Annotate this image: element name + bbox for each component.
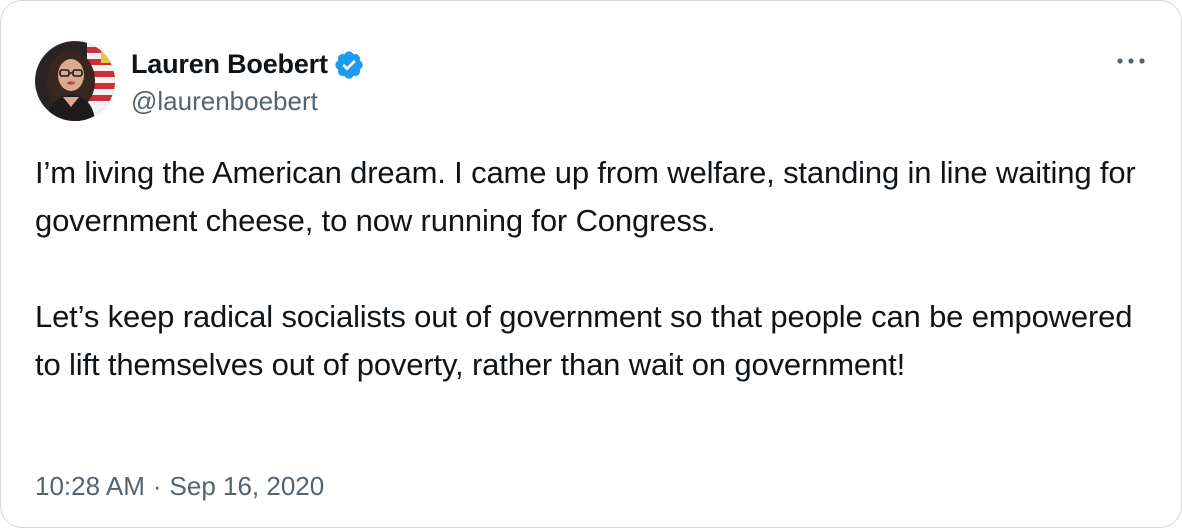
avatar-image [35, 41, 115, 121]
tweet-paragraph: I’m living the American dream. I came up… [35, 155, 1136, 238]
verified-badge-icon[interactable] [333, 49, 365, 81]
author-handle[interactable]: @laurenboebert [131, 86, 365, 117]
tweet-timestamp: 10:28 AM · Sep 16, 2020 [35, 471, 324, 502]
timestamp-separator: · [152, 471, 162, 501]
tweet-time[interactable]: 10:28 AM [35, 471, 145, 502]
name-row: Lauren Boebert [131, 46, 365, 84]
tweet-card: Lauren Boebert @laurenboebert I’m living… [0, 0, 1182, 528]
tweet-text: I’m living the American dream. I came up… [35, 149, 1145, 389]
display-name[interactable]: Lauren Boebert [131, 49, 328, 80]
avatar[interactable] [35, 41, 115, 121]
more-options-button[interactable] [1111, 45, 1151, 77]
more-options-icon [1117, 58, 1145, 64]
tweet-paragraph: Let’s keep radical socialists out of gov… [35, 299, 1133, 382]
tweet-date[interactable]: Sep 16, 2020 [170, 471, 325, 502]
author-identity: Lauren Boebert @laurenboebert [131, 46, 365, 117]
verified-badge-svg [335, 50, 363, 79]
tweet-header: Lauren Boebert @laurenboebert [35, 41, 365, 121]
